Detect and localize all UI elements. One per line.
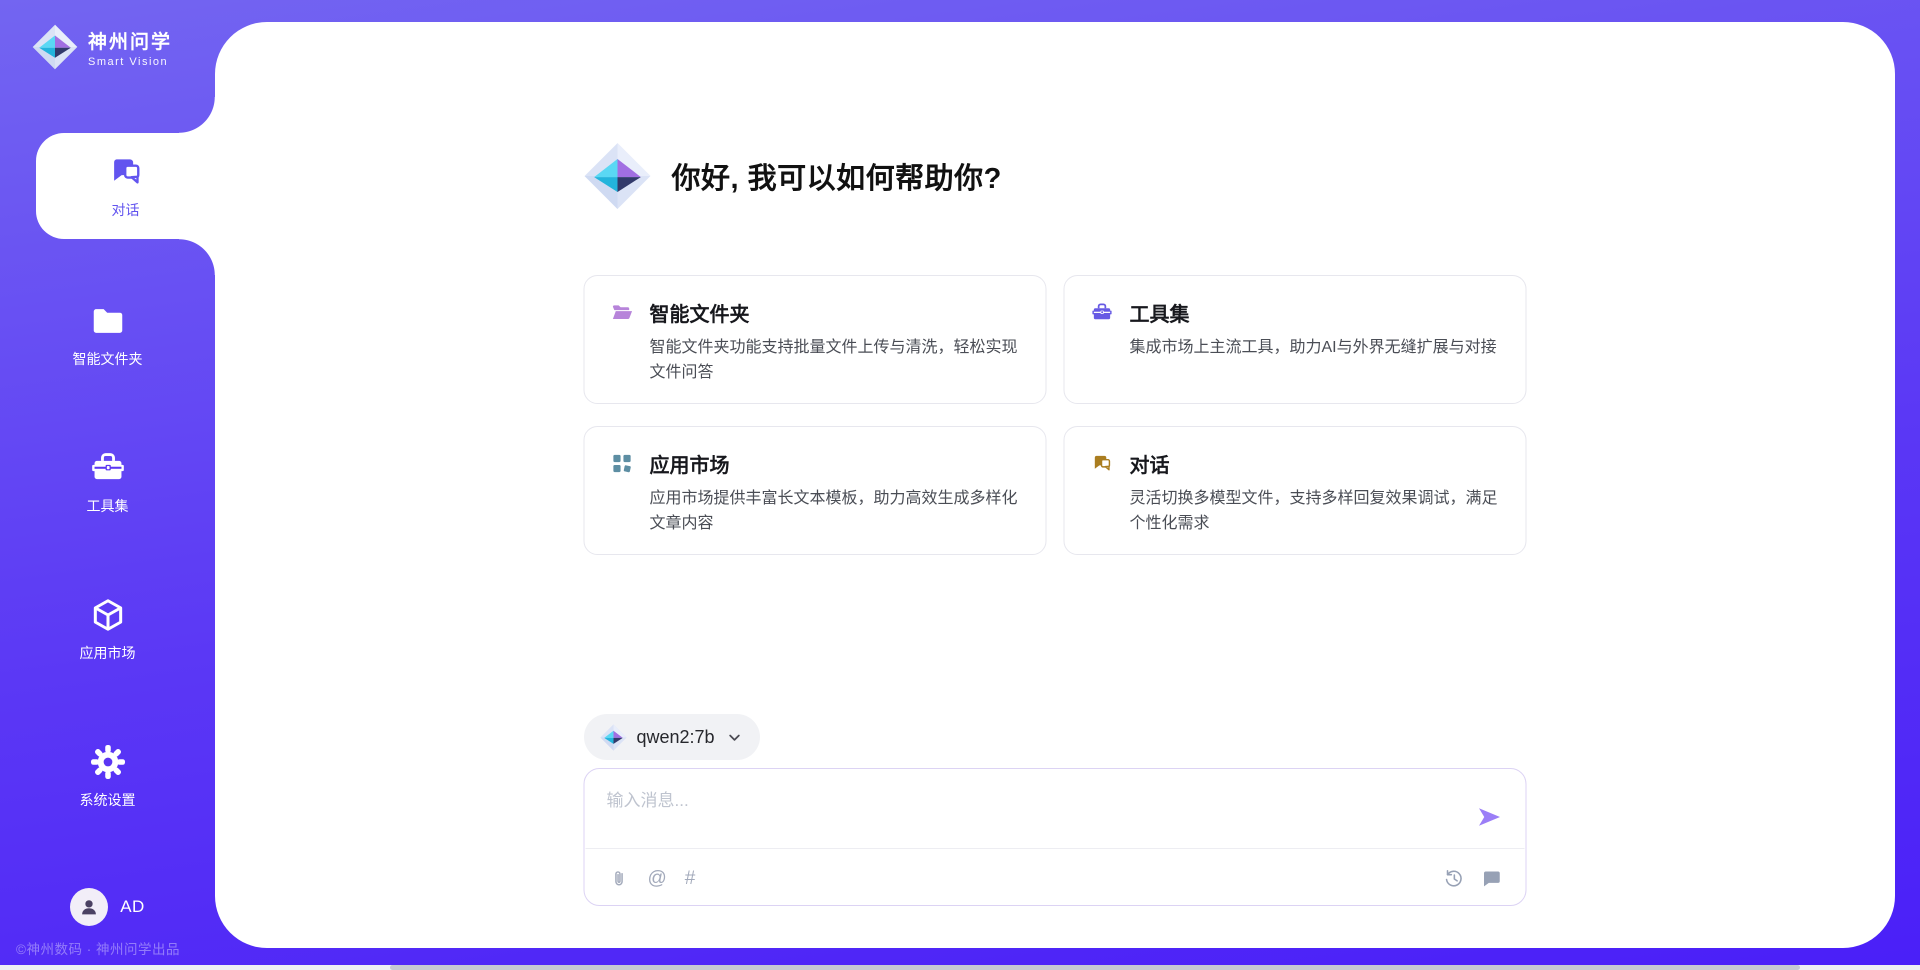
sidebar-item-smart-folder[interactable]: 智能文件夹 [0,285,215,385]
main-panel: 你好, 我可以如何帮助你? 智能文件夹 智能文件夹功能支持批量文件上传与清洗，轻… [215,22,1895,948]
sidebar-item-label: 对话 [112,200,140,220]
model-selector[interactable]: qwen2:7b [584,714,760,760]
brand-logo: 神州问学 Smart Vision [32,24,172,70]
sidebar-item-chat[interactable]: 对话 [36,133,215,239]
card-title: 应用市场 [650,449,730,478]
card-description: 集成市场上主流工具，助力AI与外界无缝扩展与对接 [1091,336,1500,361]
model-name: qwen2:7b [637,727,715,748]
user-account[interactable]: AD [0,888,215,926]
brand-diamond-icon [584,142,652,210]
brand-diamond-icon [32,24,78,70]
horizontal-scrollbar[interactable] [0,965,1920,970]
person-icon [78,896,100,918]
card-description: 应用市场提供丰富长文本模板，助力高效生成多样化文章内容 [611,487,1020,537]
card-chat[interactable]: 对话 灵活切换多模型文件，支持多样回复效果调试，满足个性化需求 [1064,426,1527,555]
cube-icon [89,596,127,634]
toolbox-icon [89,449,127,487]
hashtag-icon[interactable]: # [685,869,696,888]
card-title: 智能文件夹 [650,298,750,327]
sidebar-item-label: 系统设置 [80,790,136,810]
scrollbar-thumb[interactable] [390,965,1800,970]
gear-icon [89,743,127,781]
card-description: 智能文件夹功能支持批量文件上传与清洗，轻松实现文件问答 [611,336,1020,386]
card-title: 对话 [1130,449,1170,478]
history-icon[interactable] [1444,868,1465,889]
card-toolset[interactable]: 工具集 集成市场上主流工具，助力AI与外界无缝扩展与对接 [1064,275,1527,404]
chevron-down-icon [725,728,744,747]
chat-bubbles-icon [107,153,145,191]
mention-icon[interactable]: @ [648,869,667,888]
brand-subtitle: Smart Vision [88,56,172,68]
sidebar-item-label: 智能文件夹 [73,349,143,369]
model-diamond-icon [600,724,627,751]
send-icon [1476,803,1504,831]
user-name: AD [120,897,145,917]
composer-toolbar: @ # [609,862,1502,894]
greeting-text: 你好, 我可以如何帮助你? [672,155,1002,197]
chat-bubble-icon[interactable] [1481,868,1502,889]
folder-open-icon [611,301,634,324]
composer-divider [586,848,1525,849]
sidebar-item-app-market[interactable]: 应用市场 [0,579,215,679]
feature-cards: 智能文件夹 智能文件夹功能支持批量文件上传与清洗，轻松实现文件问答 工具集 集成… [584,275,1527,555]
app-grid-icon [611,452,634,475]
brand-name: 神州问学 [88,27,172,54]
copyright-footer: ©神州数码 · 神州问学出品 [16,938,180,958]
sidebar-item-toolset[interactable]: 工具集 [0,432,215,532]
card-description: 灵活切换多模型文件，支持多样回复效果调试，满足个性化需求 [1091,487,1500,537]
folder-icon [89,302,127,340]
card-smart-folder[interactable]: 智能文件夹 智能文件夹功能支持批量文件上传与清洗，轻松实现文件问答 [584,275,1047,404]
card-title: 工具集 [1130,298,1190,327]
send-button[interactable] [1476,803,1504,831]
attachment-icon[interactable] [609,868,630,889]
sidebar-item-label: 工具集 [87,496,129,516]
avatar [70,888,108,926]
greeting: 你好, 我可以如何帮助你? [584,142,1527,210]
sidebar: 神州问学 Smart Vision 对话 智能文件夹 工具集 应用市场 系统设置… [0,0,215,970]
message-input[interactable] [585,769,1445,841]
briefcase-icon [1091,301,1114,324]
sidebar-item-settings[interactable]: 系统设置 [0,726,215,826]
chat-bubbles-icon [1091,452,1114,475]
sidebar-item-label: 应用市场 [80,643,136,663]
card-app-market[interactable]: 应用市场 应用市场提供丰富长文本模板，助力高效生成多样化文章内容 [584,426,1047,555]
message-composer: @ # [584,768,1527,906]
